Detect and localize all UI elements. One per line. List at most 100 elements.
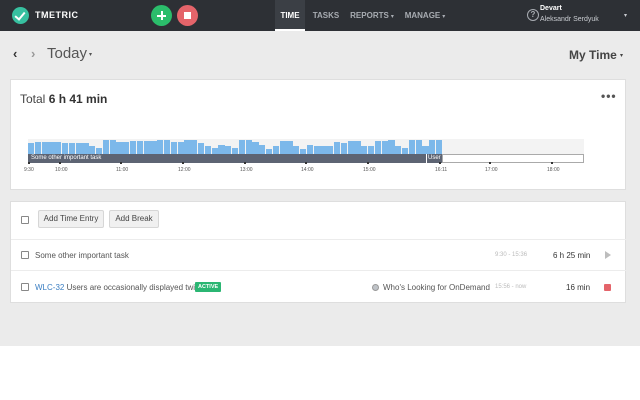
activity-bar	[123, 142, 130, 154]
entry-checkbox[interactable]	[21, 251, 29, 259]
entry-time-range[interactable]: 9:30 - 15:36	[495, 252, 527, 258]
tmetric-logo-icon[interactable]	[12, 7, 29, 24]
activity-bar	[177, 142, 184, 154]
activity-bar	[313, 146, 320, 154]
timeline-tick-label: 13:00	[240, 167, 253, 173]
activity-bar	[259, 145, 266, 154]
activity-bar	[354, 141, 361, 154]
entry-time-range[interactable]: 15:56 - now	[495, 284, 526, 290]
activity-bar	[191, 140, 198, 154]
nav-reports-label: REPORTS	[350, 11, 389, 20]
activity-bar	[422, 146, 429, 154]
nav-tasks-label: TASKS	[312, 11, 340, 20]
account-user-name[interactable]: Aleksandr Serdyuk	[540, 16, 599, 23]
timeline-tick	[439, 162, 441, 164]
total-time: Total 6 h 41 min	[20, 92, 107, 106]
account-organization[interactable]: Devart	[540, 5, 562, 12]
activity-bar	[415, 140, 422, 154]
more-options-icon[interactable]: •••	[601, 89, 617, 103]
timeline-future-range	[442, 154, 584, 163]
select-all-checkbox[interactable]	[21, 216, 29, 224]
chevron-down-icon[interactable]: ▾	[89, 51, 92, 58]
activity-bar	[198, 143, 205, 154]
timeline-tick	[182, 162, 184, 164]
next-day-button[interactable]: ›	[31, 46, 35, 61]
timeline-tick	[59, 162, 61, 164]
activity-bar	[225, 146, 232, 154]
activity-bar	[164, 140, 171, 154]
timeline-tick-label: 18:00	[547, 167, 560, 173]
entry-project[interactable]: Who's Looking for OnDemand	[383, 283, 490, 292]
timeline-tick-label: 16:11	[435, 167, 448, 173]
activity-bar	[62, 143, 69, 154]
activity-bar	[102, 140, 110, 154]
start-timer-button[interactable]	[151, 5, 172, 26]
help-icon[interactable]: ?	[527, 9, 539, 21]
activity-bar	[286, 141, 293, 154]
nav-manage-label: MANAGE	[404, 11, 441, 20]
activity-bar	[306, 145, 314, 154]
timeline-tick	[244, 162, 246, 164]
stop-timer-button[interactable]	[177, 5, 198, 26]
chevron-down-icon[interactable]: ▾	[620, 52, 623, 59]
activity-bar	[361, 146, 368, 154]
stop-icon[interactable]	[604, 284, 611, 291]
task-id-link[interactable]: WLC-32	[35, 283, 64, 292]
timeline-tick	[367, 162, 369, 164]
timeline-tick-label: 12:00	[178, 167, 191, 173]
activity-bar	[34, 142, 42, 154]
timeline-entry-label: Some other important task	[31, 155, 102, 161]
activity-bar	[55, 142, 62, 154]
chevron-down-icon: ▾	[390, 14, 394, 20]
page-title[interactable]: Today	[47, 45, 87, 62]
activity-bar	[436, 140, 443, 154]
timeline-tick-label: 11:00	[116, 167, 129, 173]
activity-bar	[388, 140, 395, 154]
view-selector[interactable]: My Time	[569, 48, 617, 62]
activity-bar	[238, 140, 246, 154]
top-navigation-bar: TMETRIC TIME TASKS REPORTS ▾ MANAGE ▾ ? De…	[0, 0, 640, 31]
activity-bar	[272, 146, 280, 154]
entry-description[interactable]: Users are occasionally displayed twice	[67, 283, 204, 292]
entry-duration[interactable]: 6 h 25 min	[553, 251, 590, 260]
add-time-entry-button[interactable]: Add Time Entry	[38, 210, 104, 228]
activity-bar	[82, 143, 89, 154]
activity-bar	[245, 140, 252, 154]
divider	[11, 239, 627, 240]
activity-bar	[218, 145, 225, 154]
timeline-tick-label: 14:00	[301, 167, 314, 173]
activity-bar	[157, 140, 164, 154]
nav-tasks[interactable]: TASKS	[311, 0, 341, 31]
activity-bar	[368, 146, 375, 154]
activity-timeline[interactable]: Some other important task User 9:30 10:00…	[11, 125, 627, 191]
activity-bar	[150, 141, 157, 154]
activity-bar	[89, 146, 96, 154]
previous-day-button[interactable]: ‹	[13, 46, 17, 61]
play-icon[interactable]	[605, 251, 611, 259]
nav-reports[interactable]: REPORTS ▾	[349, 0, 395, 31]
nav-manage[interactable]: MANAGE ▾	[402, 0, 448, 31]
activity-bar	[327, 146, 334, 154]
summary-card: Total 6 h 41 min ••• Some other importan…	[10, 79, 626, 190]
add-break-button[interactable]: Add Break	[109, 210, 159, 228]
timeline-tick-label: 9:30	[24, 167, 34, 173]
nav-time-label: TIME	[280, 11, 300, 20]
activity-bar	[170, 142, 178, 154]
activity-bar	[347, 141, 354, 154]
entry-duration[interactable]: 16 min	[566, 283, 590, 292]
nav-time[interactable]: TIME	[275, 0, 305, 31]
activity-bar	[130, 141, 137, 154]
timeline-tick	[120, 162, 122, 164]
activity-bar	[204, 146, 212, 154]
activity-bar	[395, 146, 402, 154]
total-label: Total	[20, 92, 46, 106]
brand-name[interactable]: TMETRIC	[35, 10, 79, 20]
timeline-tick	[305, 162, 307, 164]
entry-checkbox[interactable]	[21, 283, 29, 291]
entry-description[interactable]: Some other important task	[35, 251, 129, 260]
activity-bar	[340, 143, 348, 154]
activity-bar	[109, 140, 116, 154]
timeline-tick-label: 10:00	[55, 167, 68, 173]
timeline-tick	[489, 162, 491, 164]
chevron-down-icon[interactable]: ▾	[624, 12, 627, 19]
